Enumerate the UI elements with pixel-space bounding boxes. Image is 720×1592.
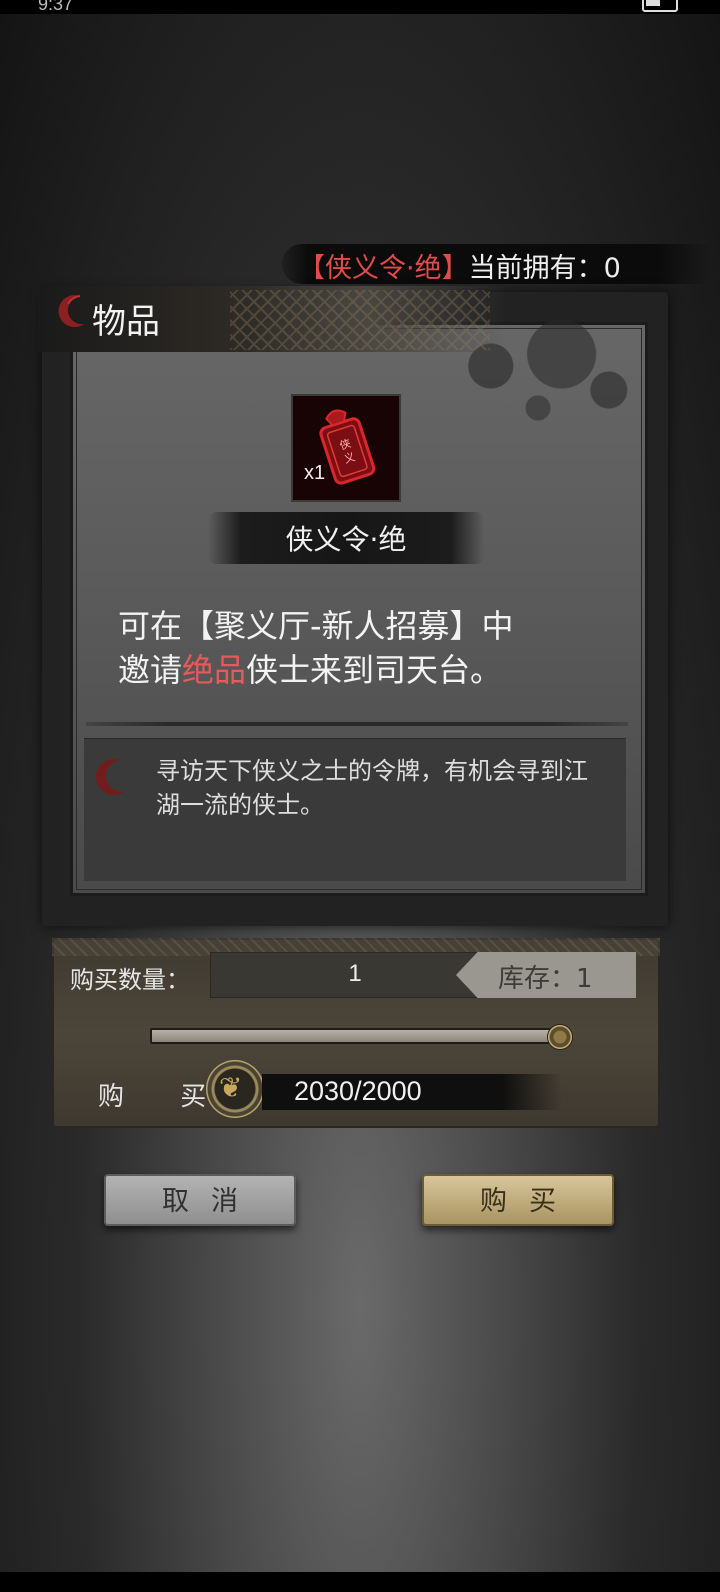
description-suffix: 侠士来到司天台。 xyxy=(246,651,503,689)
coin-emblem-icon: ❦ xyxy=(219,1071,243,1104)
description-prefix: 邀请 xyxy=(118,651,183,689)
description-line-2: 邀请绝品侠士来到司天台。 xyxy=(118,648,598,692)
item-count: x1 xyxy=(304,462,326,484)
navigation-bar xyxy=(0,1572,720,1592)
description-line-1: 可在【聚义厅-新人招募】中 xyxy=(118,607,514,645)
quantity-value: 1 xyxy=(348,960,362,987)
ownership-count: 0 xyxy=(603,253,621,284)
ownership-text: 【侠义令·绝】当前拥有：0 xyxy=(298,246,621,285)
quantity-slider-fill xyxy=(152,1030,560,1042)
buy-button[interactable]: 购买 xyxy=(422,1174,614,1226)
divider xyxy=(86,722,628,726)
status-time: 9:37 xyxy=(38,0,74,14)
item-name: 侠义令·绝 xyxy=(285,523,407,556)
ownership-label: 当前拥有： xyxy=(468,253,604,284)
cancel-button[interactable]: 取消 xyxy=(104,1174,296,1226)
description-highlight: 绝品 xyxy=(182,651,247,689)
stock-text: 库存：1 xyxy=(498,964,593,994)
quantity-slider-handle[interactable] xyxy=(547,1024,573,1050)
status-bar xyxy=(0,0,720,14)
ownership-item-tag: 【侠义令·绝】 xyxy=(298,253,469,284)
panel-title: 物品 xyxy=(92,302,160,342)
header-pattern-decoration xyxy=(230,290,490,350)
item-description: 可在【聚义厅-新人招募】中 邀请绝品侠士来到司天台。 xyxy=(118,604,598,692)
quantity-label: 购买数量： xyxy=(70,966,190,994)
price-text: 2030/2000 xyxy=(294,1076,422,1106)
flavor-text: 寻访天下侠义之士的令牌，有机会寻到江湖一流的侠士。 xyxy=(156,757,588,819)
item-icon-frame[interactable]: 侠 义 xyxy=(291,394,401,502)
crescent-icon xyxy=(96,758,124,795)
battery-icon xyxy=(642,0,678,12)
crescent-icon xyxy=(58,295,84,328)
